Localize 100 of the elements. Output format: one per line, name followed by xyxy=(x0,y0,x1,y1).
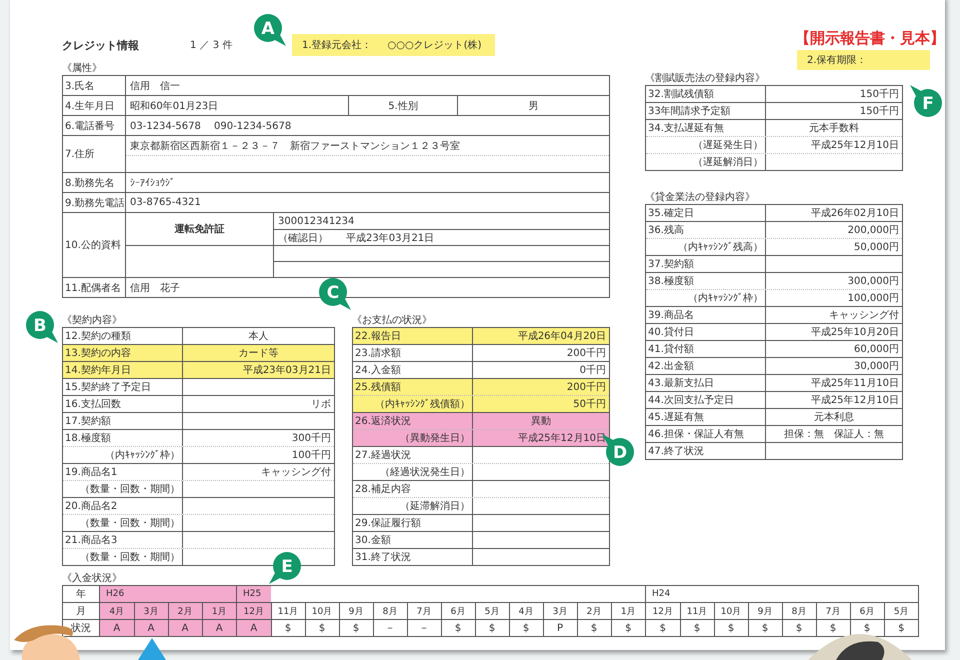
month-label: 9月 xyxy=(758,606,772,616)
month-label: 5月 xyxy=(484,606,500,616)
status-code: $ xyxy=(830,622,836,634)
row-header: 状況 xyxy=(71,623,91,634)
field-label: 34.支払遅延有無 xyxy=(648,122,724,135)
field-label: 12.契約の種類 xyxy=(65,330,131,343)
status-code: $ xyxy=(728,622,734,634)
status-code: A xyxy=(216,622,223,634)
field-label: 19.商品名1 xyxy=(65,466,118,479)
field-value: 平成25年12月10日 xyxy=(810,138,899,152)
field-label: 20.商品名2 xyxy=(65,500,118,513)
month-label: 5月 xyxy=(894,606,909,616)
field-value: 03-8765-4321 xyxy=(130,197,201,208)
field-label: 29.保証履行額 xyxy=(355,516,421,530)
field-label: （内ｷｬｯｼﾝｸﾞ残高） xyxy=(678,240,763,254)
field-value: 平成23年03月21日 xyxy=(346,232,434,244)
report-title: 【開示報告書・見本】 xyxy=(794,28,945,48)
month-label: 8月 xyxy=(382,606,398,616)
status-code: $ xyxy=(694,622,700,634)
status-code: $ xyxy=(660,622,666,634)
section-heading: 《貸金業法の登録内容》 xyxy=(645,191,756,204)
field-label: 17.契約額 xyxy=(65,414,111,428)
status-code: $ xyxy=(318,622,326,634)
field-value: 元本手数料 xyxy=(809,122,859,135)
section-heading: 《属性》 xyxy=(62,62,103,75)
field-label: 43.最新支払日 xyxy=(648,376,714,390)
field-value: 東京都新宿区西新宿１－２３－７ 新宿ファーストマンション１２３号室 xyxy=(130,140,460,152)
month-label: 7月 xyxy=(826,606,840,616)
month-label: 12月 xyxy=(652,606,673,616)
pointer-triangle-icon xyxy=(138,638,166,660)
field-value: 信用 花子 xyxy=(130,282,180,294)
month-label: 4月 xyxy=(109,606,124,616)
field-value: 異動 xyxy=(531,415,551,428)
field-value: ○○○クレジット(株) xyxy=(388,38,482,52)
status-code: P xyxy=(556,622,564,634)
status-code: $ xyxy=(762,622,768,634)
field-label: 36.残高 xyxy=(648,224,684,237)
month-label: 6月 xyxy=(450,606,466,616)
field-value: 03-1234-5678 090-1234-5678 xyxy=(130,120,292,132)
field-label: （内ｷｬｯｼﾝｸﾞ枠） xyxy=(105,448,180,462)
section-heading: 《入金状況》 xyxy=(62,572,123,585)
field-label: 28.補足内容 xyxy=(355,482,411,496)
field-label: 4.生年月日 xyxy=(65,100,115,112)
field-label: 3.氏名 xyxy=(65,80,95,92)
field-value: 30,000円 xyxy=(854,360,899,373)
field-label: 45.遅延有無 xyxy=(648,411,704,424)
field-label: （数量・回数・期間） xyxy=(80,516,180,530)
year-label: H24 xyxy=(651,589,670,599)
status-code: $ xyxy=(796,622,802,634)
field-value: 平成26年02月10日 xyxy=(810,206,899,220)
field-label: 24.入金額 xyxy=(355,364,401,377)
field-label: 8.勤務先名 xyxy=(65,176,115,190)
field-value: 150千円 xyxy=(860,88,899,101)
year-label: H25 xyxy=(242,589,262,599)
field-label: （異動発生日） xyxy=(400,432,470,445)
field-label: 44.次回支払予定日 xyxy=(648,394,734,407)
field-label: 9.勤務先電話 xyxy=(65,196,125,210)
status-code: A xyxy=(182,622,188,634)
page-count: 1 ／ 3 件 xyxy=(190,39,234,52)
field-label: 32.割賦残債額 xyxy=(648,88,714,101)
status-code: $ xyxy=(454,622,462,634)
field-value: 200,000円 xyxy=(848,224,899,237)
field-label: 22.報告日 xyxy=(355,330,401,343)
field-value: 信用 信一 xyxy=(130,80,180,92)
field-value: 男 xyxy=(528,100,538,112)
field-label: 27.経過状況 xyxy=(355,448,411,462)
field-label: （遅延発生日） xyxy=(693,138,763,152)
field-label: 31.終了状況 xyxy=(355,550,411,564)
status-code: $ xyxy=(522,622,530,634)
field-value: 300012341234 xyxy=(278,216,354,226)
month-label: 3月 xyxy=(552,606,568,616)
field-label: 30.金額 xyxy=(355,534,391,547)
field-value: 昭和60年01月23日 xyxy=(130,100,218,112)
field-value: 200千円 xyxy=(566,380,606,394)
field-label: 11.配偶者名 xyxy=(65,282,121,294)
field-label: 5.性別 xyxy=(388,100,418,112)
month-label: 11月 xyxy=(278,606,298,616)
status-code: $ xyxy=(352,622,360,634)
status-code: A xyxy=(148,622,154,634)
field-label: 33年間請求予定額 xyxy=(648,104,731,118)
field-value: 平成23年03月21日 xyxy=(242,364,331,377)
field-label: 35.確定日 xyxy=(648,206,694,220)
status-code: － xyxy=(419,623,429,634)
month-label: 10月 xyxy=(312,606,332,616)
field-value: 300千円 xyxy=(292,432,331,445)
month-label: 2月 xyxy=(586,606,602,616)
field-label: 25.残債額 xyxy=(355,380,401,394)
year-label: H26 xyxy=(105,589,124,599)
field-label: （延滞解消日） xyxy=(400,500,470,513)
row-header: 年 xyxy=(76,589,86,600)
field-label: （遅延解消日） xyxy=(693,156,763,169)
field-label: 37.契約額 xyxy=(648,258,694,271)
status-code: － xyxy=(385,623,395,634)
field-value: 運転免許証 xyxy=(174,222,224,236)
field-label: 26.返済状況 xyxy=(355,414,411,428)
status-code: $ xyxy=(864,622,870,634)
field-label: 39.商品名 xyxy=(648,308,694,322)
field-value: 150千円 xyxy=(860,104,899,118)
month-label: 11月 xyxy=(686,606,708,616)
month-label: 2月 xyxy=(178,606,192,616)
